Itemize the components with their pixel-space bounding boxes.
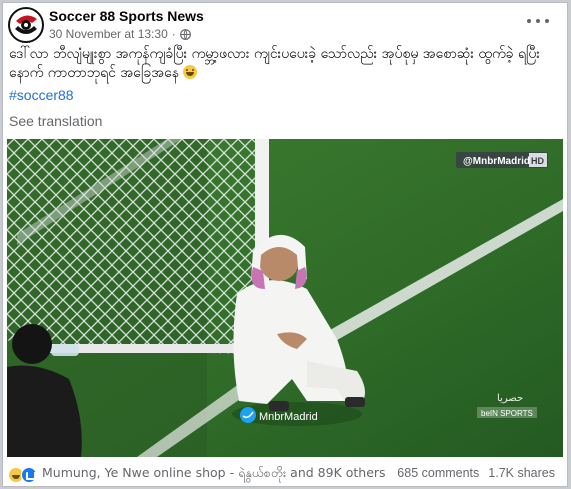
more-dot-icon <box>527 19 531 23</box>
post-text: ဒေါ်လာ ဘီလျံမျုးစွာ အကုန်ကျခံပြီး ကမ္ဘာ့… <box>9 45 559 83</box>
post-date[interactable]: 30 November at 13:30 <box>49 27 168 41</box>
more-options-button[interactable] <box>527 13 549 29</box>
globe-icon[interactable] <box>179 28 191 40</box>
post-meta: 30 November at 13:30 · <box>49 27 191 41</box>
more-dot-icon <box>536 19 540 23</box>
page-avatar[interactable] <box>8 7 44 43</box>
like-icon <box>21 466 37 483</box>
reaction-summary[interactable]: Mumung, Ye Nwe online shop - ရဲနွယ်စတိုး… <box>8 465 386 484</box>
soccer-ball-logo-icon <box>11 10 41 40</box>
post-header: Soccer 88 Sports News 30 November at 13:… <box>3 3 567 45</box>
comments-count[interactable]: 685 comments <box>397 466 479 480</box>
broadcaster-arabic-text: حصريا <box>497 393 523 404</box>
meta-separator: · <box>171 27 176 41</box>
channel-hd-badge: HD <box>531 156 544 166</box>
broadcaster-logo-text: beIN SPORTS <box>481 409 533 418</box>
see-translation-link[interactable]: See translation <box>9 113 102 129</box>
post-card: Soccer 88 Sports News 30 November at 13:… <box>2 2 568 487</box>
post-stats: 685 comments 1.7K shares <box>397 466 555 480</box>
channel-logo-text: @MnbrMadrid <box>463 156 530 167</box>
page-name[interactable]: Soccer 88 Sports News <box>49 8 204 24</box>
football-photo-image: @MnbrMadrid HD MnbrMadrid حصريا beIN SPO… <box>7 139 563 457</box>
post-body-text: ဒေါ်လာ ဘီလျံမျုးစွာ အကုန်ကျခံပြီး ကမ္ဘာ့… <box>9 46 540 81</box>
twitter-watermark-text: MnbrMadrid <box>259 411 318 423</box>
more-dot-icon <box>545 19 549 23</box>
shares-count[interactable]: 1.7K shares <box>488 466 555 480</box>
reactors-text[interactable]: Mumung, Ye Nwe online shop - ရဲနွယ်စတိုး… <box>42 465 386 484</box>
grinning-emoji-icon <box>183 65 198 79</box>
hashtag-link[interactable]: #soccer88 <box>9 87 74 103</box>
post-photo[interactable]: @MnbrMadrid HD MnbrMadrid حصريا beIN SPO… <box>7 139 563 457</box>
post-footer: Mumung, Ye Nwe online shop - ရဲနွယ်စတိုး… <box>3 460 567 486</box>
